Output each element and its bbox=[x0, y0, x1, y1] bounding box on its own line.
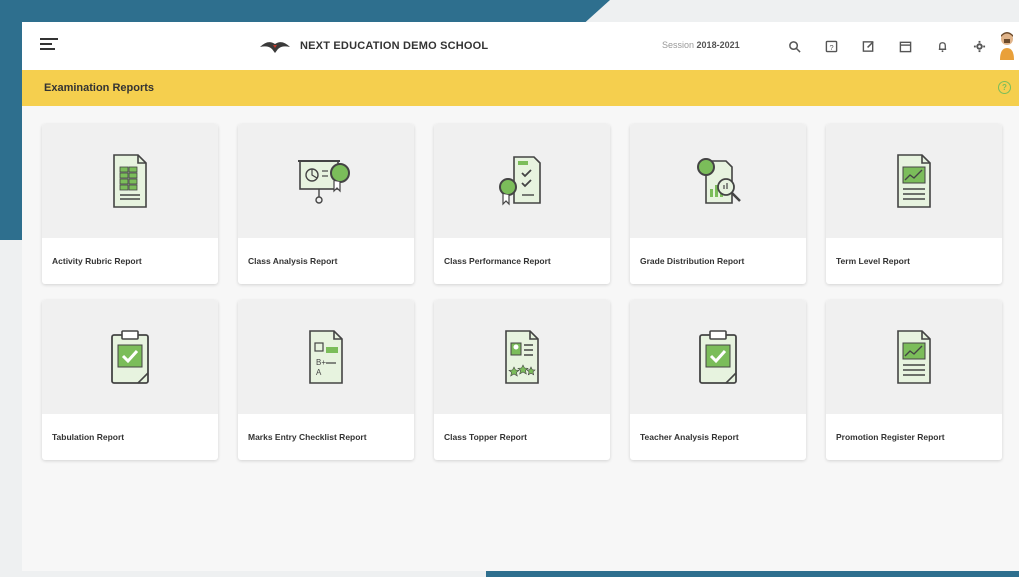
report-card-label: Grade Distribution Report bbox=[640, 256, 745, 266]
report-card-label: Term Level Report bbox=[836, 256, 911, 266]
report-card-label: Marks Entry Checklist Report bbox=[248, 432, 367, 442]
calendar-icon[interactable] bbox=[893, 34, 918, 58]
gear-icon[interactable] bbox=[967, 34, 992, 58]
reports-grid: Activity Rubric Report Class Analysis Re… bbox=[42, 124, 1002, 460]
session-label: Session bbox=[662, 40, 695, 50]
document-grid-icon bbox=[113, 154, 147, 208]
svg-text:?: ? bbox=[829, 42, 833, 51]
svg-text:B+: B+ bbox=[316, 358, 326, 367]
report-card-label: Tabulation Report bbox=[52, 432, 125, 442]
help-doc-icon[interactable]: ? bbox=[819, 34, 844, 58]
eagle-logo-icon bbox=[260, 42, 290, 53]
app-window: NEXT EDUCATION DEMO SCHOOL Session 2018-… bbox=[22, 22, 1019, 571]
decorative-top-band bbox=[0, 0, 610, 22]
checklist-badge-icon bbox=[499, 156, 541, 206]
page-title: Examination Reports bbox=[44, 82, 155, 94]
report-card-class-analysis[interactable]: Class Analysis Report bbox=[238, 124, 414, 284]
clipboard-check-icon bbox=[699, 330, 737, 384]
clipboard-check-icon bbox=[111, 330, 149, 384]
presentation-badge-icon bbox=[298, 160, 350, 204]
avatar[interactable] bbox=[998, 30, 1016, 62]
document-chart-icon bbox=[897, 154, 931, 208]
chart-magnifier-icon bbox=[697, 158, 741, 204]
report-card-class-performance[interactable]: Class Performance Report bbox=[434, 124, 610, 284]
document-grades-icon: B+ A bbox=[309, 330, 343, 384]
menu-toggle-button[interactable] bbox=[40, 38, 58, 54]
school-name: NEXT EDUCATION DEMO SCHOOL bbox=[300, 40, 489, 52]
report-card-label: Activity Rubric Report bbox=[52, 256, 142, 266]
report-card-label: Promotion Register Report bbox=[836, 432, 945, 442]
school-branding: NEXT EDUCATION DEMO SCHOOL bbox=[258, 35, 488, 57]
report-card-activity-rubric[interactable]: Activity Rubric Report bbox=[42, 124, 218, 284]
document-chart-icon bbox=[897, 330, 931, 384]
page-header-bar: Examination Reports ? bbox=[22, 70, 1019, 106]
report-card-tabulation[interactable]: Tabulation Report bbox=[42, 300, 218, 460]
report-card-class-topper[interactable]: Class Topper Report bbox=[434, 300, 610, 460]
bell-icon[interactable] bbox=[930, 34, 955, 58]
report-card-grade-distribution[interactable]: Grade Distribution Report bbox=[630, 124, 806, 284]
edit-icon[interactable] bbox=[856, 34, 881, 58]
report-card-label: Class Performance Report bbox=[444, 256, 551, 266]
report-card-promotion-register[interactable]: Promotion Register Report bbox=[826, 300, 1002, 460]
session-info: Session 2018-2021 bbox=[662, 40, 740, 50]
search-icon[interactable] bbox=[782, 34, 807, 58]
report-card-label: Class Topper Report bbox=[444, 432, 527, 442]
help-circle-icon[interactable]: ? bbox=[998, 81, 1011, 94]
report-card-label: Class Analysis Report bbox=[248, 256, 338, 266]
decorative-bottom-band bbox=[486, 571, 1019, 577]
document-profile-icon bbox=[505, 330, 539, 384]
report-card-marks-entry-checklist[interactable]: B+ A Marks Entry Checklist Report bbox=[238, 300, 414, 460]
top-bar: NEXT EDUCATION DEMO SCHOOL Session 2018-… bbox=[22, 22, 1019, 71]
session-value: 2018-2021 bbox=[696, 40, 740, 50]
report-card-term-level[interactable]: Term Level Report bbox=[826, 124, 1002, 284]
decorative-left-band bbox=[0, 0, 22, 240]
report-card-teacher-analysis[interactable]: Teacher Analysis Report bbox=[630, 300, 806, 460]
report-card-label: Teacher Analysis Report bbox=[640, 432, 739, 442]
toolbar-icons: ? bbox=[782, 34, 1004, 58]
svg-text:A: A bbox=[316, 368, 322, 377]
